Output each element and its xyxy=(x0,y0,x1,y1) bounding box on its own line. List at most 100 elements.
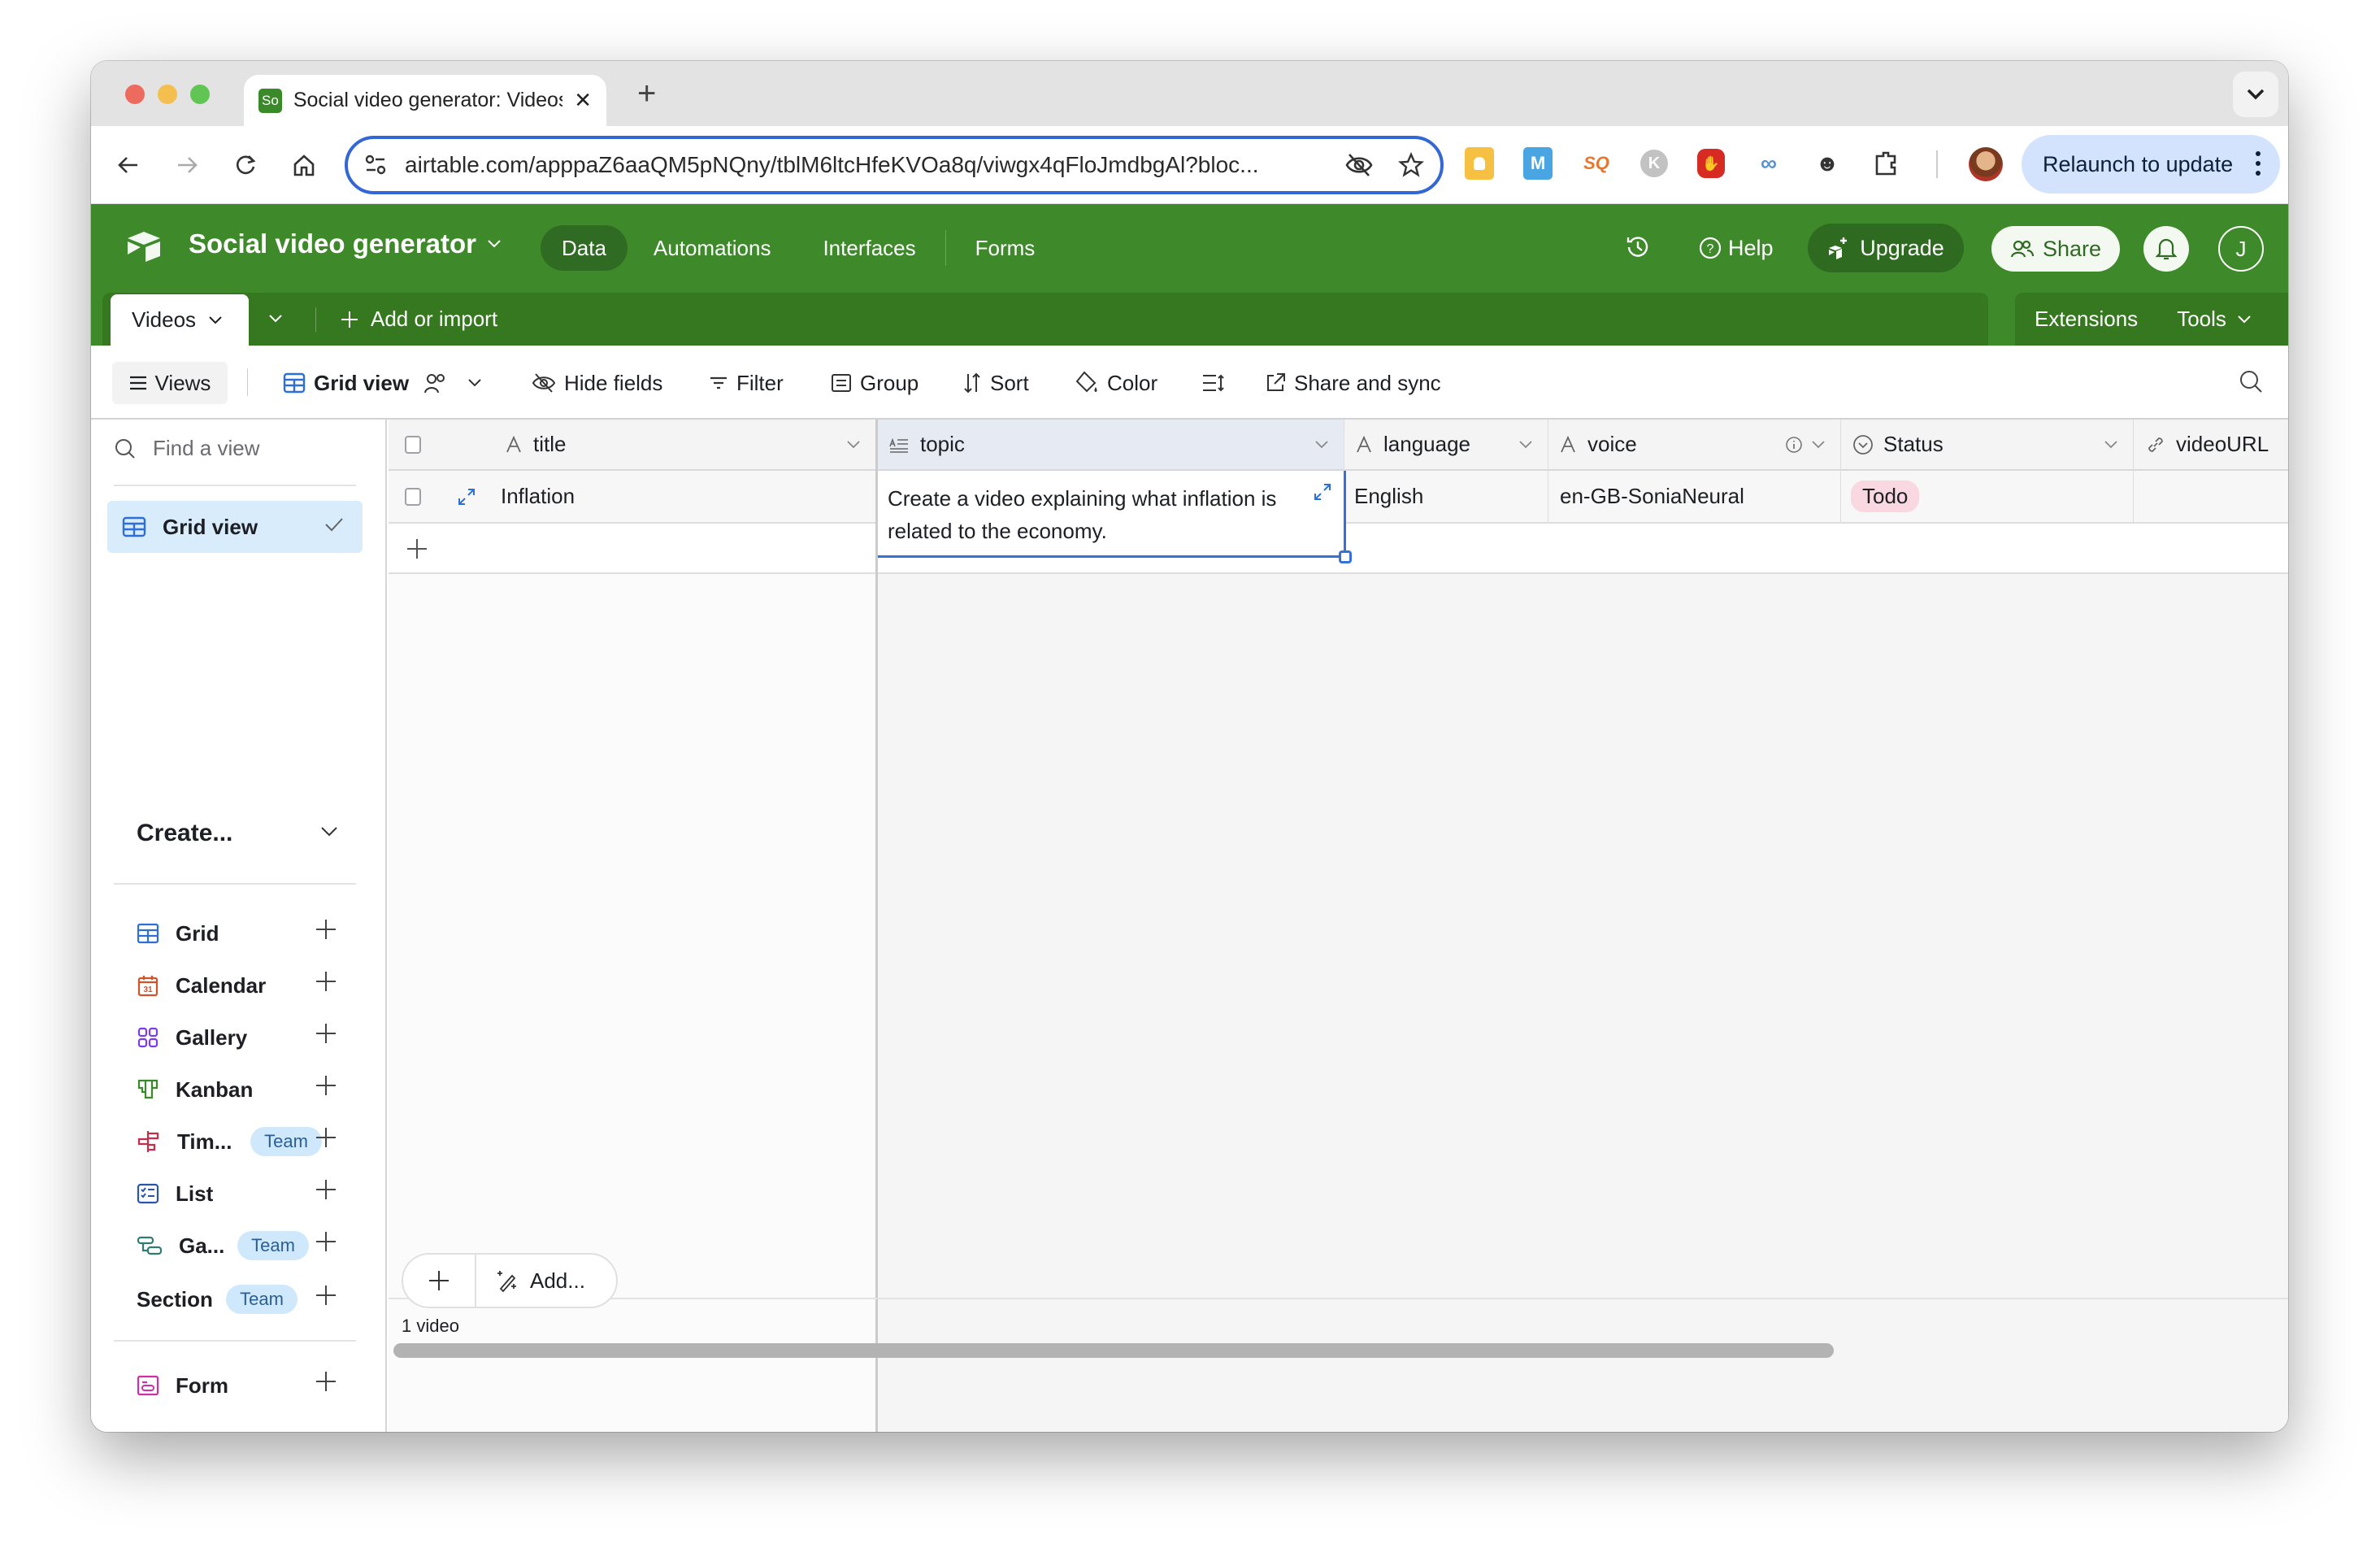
create-grid-item[interactable]: Grid xyxy=(137,917,340,950)
column-header-topic[interactable]: topic xyxy=(878,420,1344,471)
plus-icon[interactable] xyxy=(315,971,337,992)
create-section-item[interactable]: Section Team xyxy=(137,1283,340,1316)
new-tab-button[interactable]: + xyxy=(637,76,656,112)
create-kanban-item[interactable]: Kanban xyxy=(137,1073,340,1106)
cell-voice[interactable]: en-GB-SoniaNeural xyxy=(1548,471,1841,524)
k-extension-icon[interactable]: K xyxy=(1640,150,1668,177)
close-tab-icon[interactable]: ✕ xyxy=(574,88,592,113)
filter-button[interactable]: Filter xyxy=(709,362,784,404)
row-checkbox[interactable] xyxy=(405,487,421,506)
bookmark-star-icon[interactable] xyxy=(1398,152,1424,178)
plus-icon[interactable] xyxy=(315,1231,337,1252)
info-icon[interactable] xyxy=(1785,436,1803,454)
column-name: title xyxy=(533,432,567,456)
notes-extension-icon[interactable] xyxy=(1465,147,1494,180)
chevron-down-icon[interactable] xyxy=(1314,440,1329,450)
cell-status[interactable]: Todo xyxy=(1841,471,2134,524)
create-gallery-item[interactable]: Gallery xyxy=(137,1021,340,1054)
expand-record-icon[interactable] xyxy=(457,487,476,507)
sidebar-view-grid-view[interactable]: Grid view xyxy=(107,501,363,553)
chevron-down-icon[interactable] xyxy=(1518,440,1533,450)
column-header-title[interactable]: title xyxy=(389,420,876,471)
cell-language[interactable]: English xyxy=(1344,471,1548,524)
spider-extension-icon[interactable]: ☻ xyxy=(1813,147,1842,180)
plus-icon[interactable] xyxy=(315,1179,337,1200)
find-view-input[interactable]: Find a view xyxy=(114,436,260,461)
notifications-button[interactable] xyxy=(2143,226,2189,272)
relaunch-button[interactable]: Relaunch to update xyxy=(2022,135,2280,194)
minimize-window-button[interactable] xyxy=(158,85,177,104)
browser-tab[interactable]: So Social video generator: Videos ✕ xyxy=(244,75,606,126)
upgrade-button[interactable]: Upgrade xyxy=(1808,224,1964,272)
cell-videourl[interactable] xyxy=(2134,471,2288,524)
share-button[interactable]: Share xyxy=(1991,226,2120,272)
chevron-down-icon xyxy=(2247,89,2265,100)
chevron-down-icon[interactable] xyxy=(1811,440,1826,450)
table-row[interactable]: Inflation xyxy=(389,471,876,524)
add-record-button[interactable] xyxy=(403,1255,476,1307)
topic-cell-editor[interactable]: Create a video explaining what inflation… xyxy=(878,471,1352,563)
help-button[interactable]: ? Help xyxy=(1699,224,1774,272)
m-extension-icon[interactable]: M xyxy=(1523,147,1553,180)
plus-icon[interactable] xyxy=(315,1023,337,1044)
link-extension-icon[interactable]: ∞ xyxy=(1754,147,1783,180)
horizontal-scrollbar[interactable] xyxy=(393,1343,1834,1358)
adblock-extension-icon[interactable]: ✋ xyxy=(1697,149,1725,178)
group-button[interactable]: Group xyxy=(831,362,919,404)
home-button[interactable] xyxy=(286,147,322,183)
create-section-heading[interactable]: Create... xyxy=(137,820,232,847)
tab-search-button[interactable] xyxy=(2233,72,2278,117)
close-window-button[interactable] xyxy=(125,85,145,104)
chevron-down-icon[interactable] xyxy=(846,440,861,450)
color-button[interactable]: Color xyxy=(1075,362,1157,404)
create-list-item[interactable]: List xyxy=(137,1177,340,1210)
plus-icon[interactable] xyxy=(315,1127,337,1148)
share-and-sync-button[interactable]: Share and sync xyxy=(1265,362,1441,404)
more-menu-icon[interactable] xyxy=(2256,151,2261,176)
plus-icon[interactable] xyxy=(315,1371,337,1392)
reload-button[interactable] xyxy=(228,147,263,183)
sq-extension-icon[interactable]: SQ xyxy=(1582,147,1611,180)
account-avatar[interactable]: J xyxy=(2218,226,2264,272)
sort-button[interactable]: Sort xyxy=(962,362,1029,404)
all-tables-dropdown[interactable] xyxy=(268,309,283,333)
puzzle-extensions-icon[interactable] xyxy=(1871,147,1900,180)
create-gantt-item[interactable]: Ga... Team xyxy=(137,1229,340,1262)
back-button[interactable] xyxy=(111,147,146,183)
plus-icon[interactable] xyxy=(315,1075,337,1096)
fill-handle[interactable] xyxy=(1339,550,1352,563)
address-bar[interactable]: airtable.com/apppaZ6aaQM5pNQny/tblM6ltcH… xyxy=(345,136,1444,194)
tools-label: Tools xyxy=(2177,307,2226,331)
search-button[interactable] xyxy=(2239,370,2264,398)
column-header-videourl[interactable]: videoURL xyxy=(2134,420,2288,471)
create-timeline-item[interactable]: Tim... Team xyxy=(137,1125,340,1158)
forward-button[interactable] xyxy=(169,147,205,183)
revision-history-icon[interactable] xyxy=(1624,233,1652,265)
column-header-language[interactable]: language xyxy=(1344,420,1548,471)
column-header-status[interactable]: Status xyxy=(1841,420,2134,471)
create-form-item[interactable]: Form xyxy=(137,1369,340,1402)
table-tab-videos[interactable]: Videos xyxy=(111,294,249,346)
zoom-window-button[interactable] xyxy=(190,85,210,104)
add-or-import-button[interactable]: Add or import xyxy=(340,293,497,346)
add-with-ai-button[interactable]: Add... xyxy=(476,1268,585,1294)
view-switcher[interactable]: Grid view xyxy=(283,362,482,404)
create-calendar-item[interactable]: 31 Calendar xyxy=(137,969,340,1002)
plus-icon[interactable] xyxy=(315,1285,337,1306)
extensions-button[interactable]: Extensions xyxy=(2035,307,2138,332)
form-icon xyxy=(137,1375,159,1396)
eye-off-icon[interactable] xyxy=(1344,151,1374,179)
chevron-down-icon[interactable] xyxy=(320,826,338,837)
add-record-row[interactable] xyxy=(389,524,876,574)
tools-button[interactable]: Tools xyxy=(2177,307,2251,332)
chevron-down-icon[interactable] xyxy=(2104,440,2118,450)
plus-icon[interactable] xyxy=(315,919,337,940)
select-all-checkbox[interactable] xyxy=(405,435,421,454)
profile-avatar[interactable] xyxy=(1969,147,2003,181)
expand-cell-icon[interactable] xyxy=(1313,482,1332,502)
hide-fields-button[interactable]: Hide fields xyxy=(532,362,662,404)
cell-title[interactable]: Inflation xyxy=(501,484,575,509)
row-height-button[interactable] xyxy=(1201,362,1224,404)
views-toggle-button[interactable]: Views xyxy=(112,362,228,404)
column-header-voice[interactable]: voice xyxy=(1548,420,1841,471)
